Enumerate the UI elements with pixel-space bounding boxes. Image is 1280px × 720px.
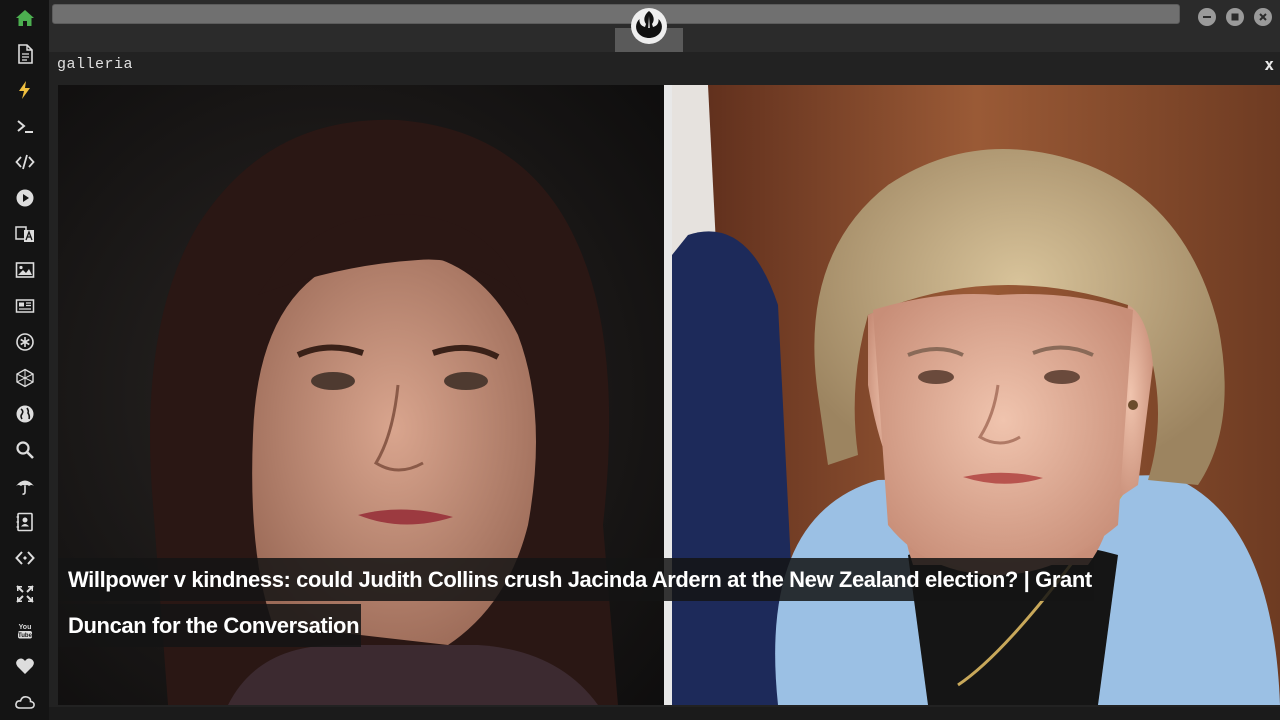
globe-icon[interactable] xyxy=(12,401,38,427)
asterisk-circle-icon[interactable] xyxy=(12,329,38,355)
close-window-button[interactable] xyxy=(1254,8,1272,26)
hexagon-icon[interactable] xyxy=(12,365,38,391)
svg-text:Tube: Tube xyxy=(18,633,33,639)
image-icon[interactable] xyxy=(12,257,38,283)
heart-icon[interactable] xyxy=(12,653,38,679)
gallery-photo[interactable]: Willpower v kindness: could Judith Colli… xyxy=(58,85,1280,705)
viewer-title: galleria xyxy=(57,56,134,73)
address-bar[interactable] xyxy=(52,4,1180,24)
rebel-alliance-logo-icon[interactable] xyxy=(630,7,668,45)
newspaper-icon[interactable] xyxy=(12,293,38,319)
lightning-icon[interactable] xyxy=(12,77,38,103)
code-brackets-icon[interactable] xyxy=(12,545,38,571)
translate-icon[interactable] xyxy=(12,221,38,247)
expand-icon[interactable] xyxy=(12,581,38,607)
image-caption: Willpower v kindness: could Judith Colli… xyxy=(58,557,1138,649)
code-icon[interactable] xyxy=(12,149,38,175)
search-icon[interactable] xyxy=(12,437,38,463)
play-icon[interactable] xyxy=(12,185,38,211)
gallery-viewer: galleria x Willpower v kindness: could J… xyxy=(49,52,1280,707)
sidebar-rail: You Tube xyxy=(0,0,49,720)
bottom-strip xyxy=(49,707,1280,720)
top-bar xyxy=(49,0,1280,52)
terminal-icon[interactable] xyxy=(12,113,38,139)
maximize-button[interactable] xyxy=(1226,8,1244,26)
umbrella-icon[interactable] xyxy=(12,473,38,499)
minimize-button[interactable] xyxy=(1198,8,1216,26)
svg-text:You: You xyxy=(19,624,32,631)
cloud-icon[interactable] xyxy=(12,689,38,715)
viewer-close-button[interactable]: x xyxy=(1264,55,1274,74)
contacts-icon[interactable] xyxy=(12,509,38,535)
youtube-icon[interactable]: You Tube xyxy=(12,617,38,643)
home-icon[interactable] xyxy=(12,5,38,31)
document-icon[interactable] xyxy=(12,41,38,67)
